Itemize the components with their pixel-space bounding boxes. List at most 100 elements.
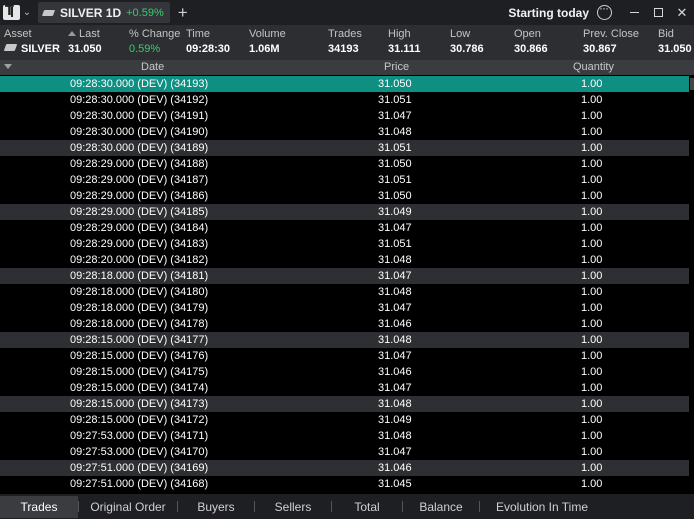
header-last[interactable]: Last	[68, 28, 100, 40]
table-row[interactable]: 09:28:15.000 (DEV) (34173) 31.048 1.00	[0, 396, 694, 412]
table-row[interactable]: 09:27:53.000 (DEV) (34171) 31.048 1.00	[0, 428, 694, 444]
cell-date: 09:28:29.000 (DEV) (34183)	[70, 238, 209, 250]
chevron-down-icon[interactable]	[4, 64, 12, 69]
chevron-down-icon[interactable]: ⌄	[20, 0, 34, 25]
cell-quantity: 1.00	[581, 446, 603, 458]
cell-date: 09:28:15.000 (DEV) (34177)	[70, 334, 209, 346]
cell-date: 09:28:30.000 (DEV) (34193)	[70, 78, 209, 90]
table-row[interactable]: 09:27:53.000 (DEV) (34170) 31.047 1.00	[0, 444, 694, 460]
tab-evolution-in-time[interactable]: Evolution In Time	[480, 496, 604, 518]
header-prev-close[interactable]: Prev. Close	[583, 28, 639, 40]
bottom-tabs: Trades Original Order Buyers Sellers Total Ba…	[0, 494, 694, 519]
tab-balance[interactable]: Balance	[403, 496, 479, 518]
minimize-button[interactable]	[622, 0, 646, 25]
cell-price: 31.047	[378, 270, 412, 282]
app-logo-icon[interactable]	[3, 4, 20, 20]
table-row[interactable]: 09:27:51.000 (DEV) (34168) 31.045 1.00	[0, 476, 694, 492]
more-options-icon[interactable]	[597, 1, 612, 20]
value-bid: 31.050	[658, 43, 692, 55]
table-row[interactable]: 09:28:15.000 (DEV) (34176) 31.047 1.00	[0, 348, 694, 364]
table-row[interactable]: 09:28:30.000 (DEV) (34191) 31.047 1.00	[0, 108, 694, 124]
header-trades[interactable]: Trades	[328, 28, 362, 40]
value-volume: 1.06M	[249, 43, 280, 55]
header-asset[interactable]: Asset	[4, 28, 32, 40]
cell-price: 31.048	[378, 126, 412, 138]
table-row[interactable]: 09:28:30.000 (DEV) (34192) 31.051 1.00	[0, 92, 694, 108]
table-row[interactable]: 09:28:18.000 (DEV) (34181) 31.047 1.00	[0, 268, 694, 284]
tab-trades[interactable]: Trades	[0, 495, 78, 518]
header-pct-change[interactable]: % Change	[129, 28, 180, 40]
cell-date: 09:28:15.000 (DEV) (34172)	[70, 414, 209, 426]
tab-sellers[interactable]: Sellers	[255, 496, 331, 518]
value-asset[interactable]: SILVER	[4, 43, 60, 55]
cell-date: 09:28:30.000 (DEV) (34189)	[70, 142, 209, 154]
value-open: 30.866	[514, 43, 548, 55]
table-row[interactable]: 09:27:51.000 (DEV) (34169) 31.046 1.00	[0, 460, 694, 476]
cell-date: 09:28:29.000 (DEV) (34186)	[70, 190, 209, 202]
cell-date: 09:28:29.000 (DEV) (34188)	[70, 158, 209, 170]
column-price[interactable]: Price	[384, 61, 409, 73]
header-volume[interactable]: Volume	[249, 28, 286, 40]
column-date[interactable]: Date	[141, 61, 164, 73]
table-row[interactable]: 09:28:29.000 (DEV) (34186) 31.050 1.00	[0, 188, 694, 204]
scrollbar[interactable]	[689, 76, 694, 493]
cell-quantity: 1.00	[581, 382, 603, 394]
value-high: 31.111	[388, 43, 421, 55]
cell-date: 09:28:15.000 (DEV) (34173)	[70, 398, 209, 410]
value-time: 09:28:30	[186, 43, 231, 55]
table-row[interactable]: 09:28:30.000 (DEV) (34189) 31.051 1.00	[0, 140, 694, 156]
minimize-icon	[629, 12, 639, 13]
cell-price: 31.046	[378, 366, 412, 378]
cell-date: 09:28:30.000 (DEV) (34192)	[70, 94, 209, 106]
table-row[interactable]: 09:28:18.000 (DEV) (34179) 31.047 1.00	[0, 300, 694, 316]
table-row[interactable]: 09:28:29.000 (DEV) (34185) 31.049 1.00	[0, 204, 694, 220]
scroll-thumb[interactable]	[690, 78, 694, 90]
tab-total[interactable]: Total	[332, 496, 402, 518]
silver-bar-icon	[4, 44, 17, 52]
grid-header: Date Price Quantity	[0, 60, 694, 75]
cell-price: 31.045	[378, 478, 412, 490]
cell-quantity: 1.00	[581, 270, 603, 282]
header-bid[interactable]: Bid	[658, 28, 674, 40]
header-low[interactable]: Low	[450, 28, 470, 40]
cell-quantity: 1.00	[581, 302, 603, 314]
table-row[interactable]: 09:28:30.000 (DEV) (34193) 31.050 1.00	[0, 76, 694, 92]
cell-price: 31.051	[378, 94, 412, 106]
cell-quantity: 1.00	[581, 222, 603, 234]
column-quantity[interactable]: Quantity	[573, 61, 614, 73]
table-row[interactable]: 09:28:30.000 (DEV) (34190) 31.048 1.00	[0, 124, 694, 140]
value-asset-label: SILVER	[21, 43, 60, 55]
table-row[interactable]: 09:28:20.000 (DEV) (34182) 31.048 1.00	[0, 252, 694, 268]
table-row[interactable]: 09:28:18.000 (DEV) (34180) 31.048 1.00	[0, 284, 694, 300]
table-row[interactable]: 09:28:29.000 (DEV) (34183) 31.051 1.00	[0, 236, 694, 252]
cell-price: 31.050	[378, 158, 412, 170]
table-row[interactable]: 09:28:15.000 (DEV) (34172) 31.049 1.00	[0, 412, 694, 428]
tab-buyers[interactable]: Buyers	[178, 496, 254, 518]
table-row[interactable]: 09:28:29.000 (DEV) (34188) 31.050 1.00	[0, 156, 694, 172]
header-open[interactable]: Open	[514, 28, 541, 40]
close-button[interactable]: ✕	[670, 0, 694, 25]
table-row[interactable]: 09:28:18.000 (DEV) (34178) 31.046 1.00	[0, 316, 694, 332]
maximize-button[interactable]	[646, 0, 670, 25]
cell-quantity: 1.00	[581, 206, 603, 218]
cell-price: 31.047	[378, 110, 412, 122]
cell-quantity: 1.00	[581, 286, 603, 298]
table-row[interactable]: 09:28:15.000 (DEV) (34177) 31.048 1.00	[0, 332, 694, 348]
cell-price: 31.049	[378, 206, 412, 218]
table-row[interactable]: 09:28:29.000 (DEV) (34184) 31.047 1.00	[0, 220, 694, 236]
header-high[interactable]: High	[388, 28, 411, 40]
cell-price: 31.048	[378, 286, 412, 298]
cell-quantity: 1.00	[581, 254, 603, 266]
table-row[interactable]: 09:28:29.000 (DEV) (34187) 31.051 1.00	[0, 172, 694, 188]
tab-original-order[interactable]: Original Order	[79, 496, 177, 518]
table-row[interactable]: 09:28:15.000 (DEV) (34174) 31.047 1.00	[0, 380, 694, 396]
table-row[interactable]: 09:28:15.000 (DEV) (34175) 31.046 1.00	[0, 364, 694, 380]
cell-quantity: 1.00	[581, 462, 603, 474]
cell-quantity: 1.00	[581, 142, 603, 154]
add-tab-button[interactable]: +	[178, 4, 188, 21]
header-time[interactable]: Time	[186, 28, 210, 40]
cell-price: 31.051	[378, 238, 412, 250]
tab-silver[interactable]: SILVER 1D +0.59%	[38, 2, 170, 23]
cell-price: 31.051	[378, 142, 412, 154]
cell-quantity: 1.00	[581, 110, 603, 122]
